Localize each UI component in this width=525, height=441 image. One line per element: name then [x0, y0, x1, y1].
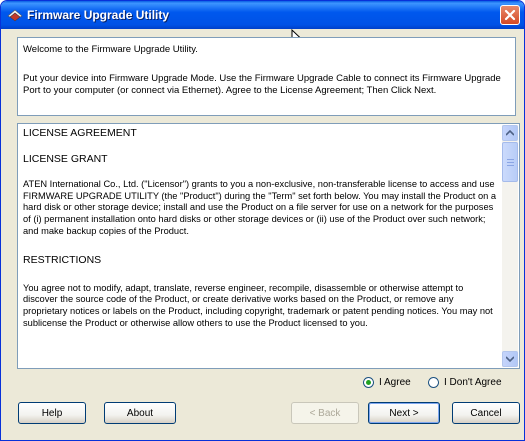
back-button[interactable]: < Back: [291, 402, 359, 424]
intro-panel: Welcome to the Firmware Upgrade Utility.…: [17, 37, 516, 116]
grant-text: ATEN International Co., Ltd. ("Licensor"…: [23, 179, 497, 236]
firmware-upgrade-window: Firmware Upgrade Utility Welcome to the …: [0, 0, 525, 441]
cancel-button[interactable]: Cancel: [452, 402, 520, 424]
restrictions-heading: RESTRICTIONS: [23, 254, 102, 267]
arrow-down-icon: [506, 356, 514, 362]
scroll-up-button[interactable]: [502, 125, 518, 141]
license-agreement-box[interactable]: LICENSE AGREEMENT LICENSE GRANT ATEN Int…: [17, 123, 520, 369]
next-button[interactable]: Next >: [368, 402, 440, 424]
title-bar[interactable]: Firmware Upgrade Utility: [1, 1, 524, 29]
arrow-up-icon: [506, 130, 514, 136]
disagree-radio-dot[interactable]: [428, 377, 439, 388]
agree-label: I Agree: [379, 377, 411, 388]
close-button[interactable]: [500, 5, 520, 25]
close-icon: [504, 9, 516, 21]
license-text: LICENSE AGREEMENT LICENSE GRANT ATEN Int…: [23, 127, 499, 329]
disagree-radio[interactable]: I Don't Agree: [428, 377, 502, 388]
grant-heading: LICENSE GRANT: [23, 152, 108, 165]
license-scrollbar[interactable]: [502, 125, 518, 367]
agree-radio[interactable]: I Agree: [363, 377, 411, 388]
restrictions-text: You agree not to modify, adapt, translat…: [23, 282, 493, 328]
scroll-down-button[interactable]: [502, 351, 518, 367]
welcome-text: Welcome to the Firmware Upgrade Utility.: [23, 44, 198, 55]
disagree-label: I Don't Agree: [444, 377, 502, 388]
about-button[interactable]: About: [104, 402, 176, 424]
window-title: Firmware Upgrade Utility: [27, 8, 170, 22]
license-heading: LICENSE AGREEMENT: [23, 127, 137, 139]
instructions-text: Put your device into Firmware Upgrade Mo…: [23, 73, 501, 96]
scroll-thumb[interactable]: [502, 142, 518, 182]
agree-radio-dot[interactable]: [363, 377, 374, 388]
help-button[interactable]: Help: [18, 402, 86, 424]
firmware-utility-icon: [7, 7, 23, 23]
